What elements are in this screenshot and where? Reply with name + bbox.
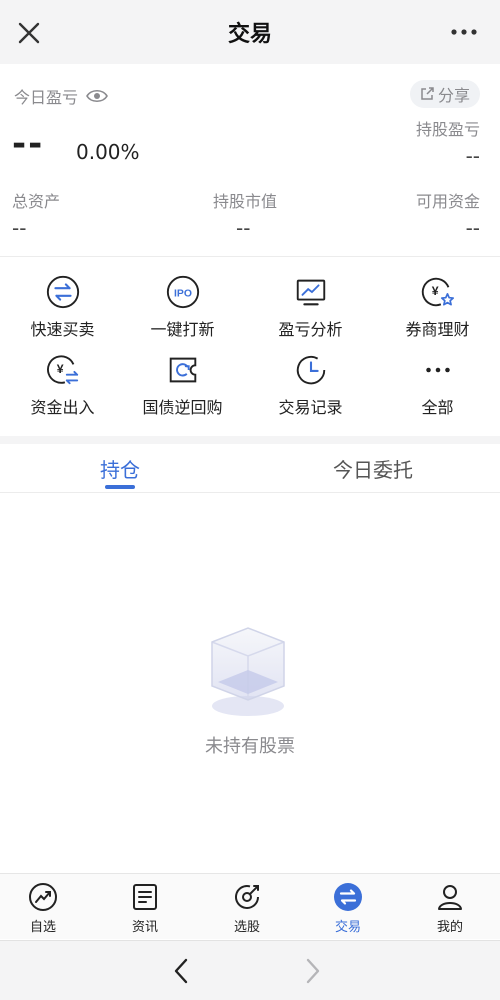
swap-icon xyxy=(46,275,79,309)
tabs-divider xyxy=(0,492,500,493)
stock-pick-icon xyxy=(235,884,259,909)
back-arrow-icon[interactable] xyxy=(170,957,192,985)
bottom-nav: 自选 资讯 选股 交易 我的 xyxy=(0,873,500,939)
eye-icon[interactable] xyxy=(86,88,108,104)
quick-trade-button[interactable]: 快速买卖 xyxy=(0,260,125,340)
svg-text:¥: ¥ xyxy=(56,362,63,376)
quick-trade-label: 快速买卖 xyxy=(30,320,95,339)
user-icon xyxy=(438,885,462,910)
chart-monitor-icon xyxy=(296,279,325,306)
forward-arrow-icon[interactable] xyxy=(302,957,324,985)
account-summary: 今日盈亏 分享 -- 0.00% 持股盈亏 -- 总资产 -- 持股市值 -- … xyxy=(0,64,500,256)
ipo-label: 一键打新 xyxy=(150,320,215,339)
holding-pl-label: 持股盈亏 xyxy=(415,120,480,139)
total-assets-label: 总资产 xyxy=(12,192,61,211)
bond-repo-icon xyxy=(169,357,196,383)
tab-today-orders[interactable]: 今日委托 xyxy=(333,454,413,483)
holding-pl-value: -- xyxy=(465,144,480,168)
trend-icon xyxy=(29,883,57,911)
trade-records-button[interactable]: 交易记录 xyxy=(248,338,373,418)
ipo-icon: IPO xyxy=(166,275,199,309)
today-pl-label: 今日盈亏 xyxy=(14,88,79,107)
all-functions-button[interactable]: 全部 xyxy=(375,338,500,418)
browser-nav-bar xyxy=(0,940,500,1000)
share-label: 分享 xyxy=(437,86,470,105)
nav-news[interactable]: 资讯 xyxy=(95,882,195,935)
share-icon xyxy=(421,87,434,100)
nav-stock-picker[interactable]: 选股 xyxy=(197,882,297,935)
total-assets-value: -- xyxy=(12,216,27,240)
divider xyxy=(0,256,500,257)
available-funds-label: 可用资金 xyxy=(415,192,480,211)
close-icon[interactable] xyxy=(16,20,42,46)
pl-analysis-button[interactable]: 盈亏分析 xyxy=(248,260,373,340)
top-bar: 交易 xyxy=(0,0,500,64)
today-pl-percent: 0.00% xyxy=(76,140,140,164)
page-title: 交易 xyxy=(227,22,272,47)
news-icon xyxy=(133,884,157,910)
svg-text:¥: ¥ xyxy=(431,284,438,298)
nav-profile-label: 我的 xyxy=(436,920,463,935)
nav-profile[interactable]: 我的 xyxy=(400,882,500,935)
position-tabs: 持仓 今日委托 xyxy=(0,444,500,492)
nav-watchlist[interactable]: 自选 xyxy=(0,882,93,935)
more-dots-icon xyxy=(425,367,450,373)
today-pl-label-row: 今日盈亏 xyxy=(14,84,108,108)
section-separator xyxy=(0,436,500,444)
clock-icon xyxy=(296,355,325,385)
fund-transfer-button[interactable]: ¥ 资金出入 xyxy=(0,338,125,418)
bond-repo-label: 国债逆回购 xyxy=(142,398,223,417)
holding-value-value: -- xyxy=(236,216,251,240)
available-funds-value: -- xyxy=(465,216,480,240)
bond-repo-button[interactable]: 国债逆回购 xyxy=(120,338,245,418)
today-pl-value: -- xyxy=(12,124,45,164)
trade-records-label: 交易记录 xyxy=(278,398,343,417)
nav-trade-label: 交易 xyxy=(334,920,361,935)
trade-icon xyxy=(334,883,362,911)
empty-box-icon xyxy=(211,627,285,716)
ipo-button[interactable]: IPO 一键打新 xyxy=(120,260,245,340)
share-button[interactable]: 分享 xyxy=(409,80,480,108)
tab-holdings[interactable]: 持仓 xyxy=(100,454,140,483)
nav-news-label: 资讯 xyxy=(131,920,158,935)
nav-stock-picker-label: 选股 xyxy=(233,920,260,935)
broker-finance-label: 券商理财 xyxy=(405,320,470,339)
nav-trade[interactable]: 交易 xyxy=(298,882,398,935)
pl-analysis-label: 盈亏分析 xyxy=(278,320,343,339)
active-tab-indicator xyxy=(105,485,135,489)
all-functions-label: 全部 xyxy=(421,398,454,417)
more-options-icon[interactable] xyxy=(450,24,478,40)
quick-actions-grid: 快速买卖 IPO 一键打新 盈亏分析 ¥ 券商理财 ¥ 资金出入 国债逆回购 交… xyxy=(0,260,500,436)
yen-star-icon: ¥ xyxy=(421,277,454,307)
fund-transfer-label: 资金出入 xyxy=(30,398,95,417)
svg-text:IPO: IPO xyxy=(174,288,192,299)
yen-transfer-icon: ¥ xyxy=(46,355,78,385)
empty-state-text: 未持有股票 xyxy=(205,736,295,757)
holding-value-label: 持股市值 xyxy=(213,192,278,211)
nav-watchlist-label: 自选 xyxy=(29,920,56,935)
broker-finance-button[interactable]: ¥ 券商理财 xyxy=(375,260,500,340)
